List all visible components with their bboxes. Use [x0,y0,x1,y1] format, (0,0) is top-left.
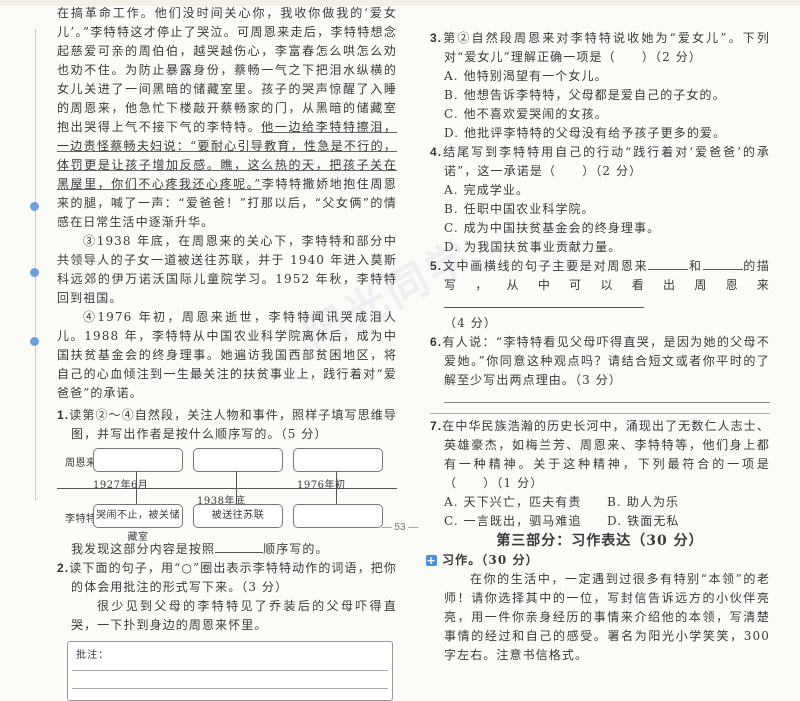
annotation-box[interactable]: 批注： [67,641,393,701]
question-6: 6.有人说：“李特特看见父母吓得直哭，是因为她的父母不爱她。”你同意这种观点吗？… [430,333,770,390]
binding-hole-icon [30,337,39,346]
passage-paragraph-4: ④1976 年初，周恩来逝世，李特特闻讯哭成泪人儿。1988 年，李特特从中国农… [57,310,397,400]
option[interactable]: A. 天下兴亡，匹夫有责 [444,493,607,512]
passage-text: 在搞革命工作。他们没时间关心你，我收你做我的‘爱女儿’。”李特特这才停止了哭泣。… [57,6,397,134]
question-text: 读下面的句子，用“○”圈出表示李特特动作的词语，把你的体会用批注的形式写下来。（… [69,561,397,594]
option[interactable]: D. 为我国扶贫事业贡献力量。 [430,238,770,257]
question-number: 1. [57,408,70,422]
question-number: 5. [430,259,443,273]
option[interactable]: A. 他特别渴望有一个女儿。 [430,67,770,86]
answer-line [72,688,388,689]
answer-line [72,670,388,671]
option[interactable]: D. 他批评李特特的父母没有给予孩子更多的爱。 [430,124,770,143]
option[interactable]: B. 助人为乐 [607,493,770,512]
question-text: 第②自然段周恩来对李特特说收她为“爱女儿”。下列对“爱女儿”理解正确一项是（ ）… [442,31,770,64]
page-number: — 53 — [381,522,419,533]
left-column: 在搞革命工作。他们没时间关心你，我收你做我的‘爱女儿’。”李特特这才停止了哭泣。… [57,4,397,701]
option[interactable]: B. 任职中国农业科学院。 [430,200,770,219]
option[interactable]: A. 完成学业。 [430,181,770,200]
binding-hole-icon [30,268,39,277]
question-number: 3. [430,31,443,45]
answer-box[interactable] [293,448,383,472]
task-label: 习作。（30 分） [442,553,539,567]
question-2: 2.读下面的句子，用“○”圈出表示李特特动作的词语，把你的体会用批注的形式写下来… [57,559,397,597]
question-text: 文中画横线的句子主要是对周恩来 [442,259,649,273]
question-text: 结尾写到李特特用自己的行动“践行着对‘爱爸爸’的承诺”，这一承诺是（ ）（2 分… [442,145,770,178]
passage-paragraph-2: 在搞革命工作。他们没时间关心你，我收你做我的‘爱女儿’。”李特特这才停止了哭泣。… [57,4,397,232]
fill-blank[interactable] [648,257,689,270]
date-label: 1976年初 [297,480,346,491]
finding-text: 顺序写的。 [263,542,329,556]
question-number: 6. [430,335,443,349]
passage-paragraph-3: ③1938 年底，在周恩来的关心下，李特特和部分中共领导人的子女一道被送往苏联，… [57,234,397,305]
question-number: 7. [430,419,443,433]
section-title: 第三部分：习作表达（30 分） [496,533,704,549]
date-label: 1927年6月 [93,480,149,491]
binding-dotted-line [35,30,36,500]
row-label-zhou: 周恩来 [65,458,97,469]
question-number: 4. [430,145,443,159]
question-7: 7.在中华民族浩瀚的历史长河中，涌现出了无数仁人志士、英雄豪杰，如梅兰芳、周恩来… [430,417,770,493]
question-text: 有人说：“李特特看见父母吓得直哭，是因为她的父母不爱她。”你同意这种观点吗？请结… [442,335,770,387]
quoted-sentence: 很少见到父母的李特特见了乔装后的父母吓得直哭，一下扑到身边的周恩来怀里。 [71,599,397,632]
fill-blank[interactable] [444,295,644,308]
question-3: 3.第②自然段周恩来对李特特说收她为“爱女儿”。下列对“爱女儿”理解正确一项是（… [430,29,770,67]
answer-line[interactable] [444,402,770,403]
question-text: 和 [688,259,703,273]
option[interactable]: B. 他想告诉李特特，父母都是爱自己的子女的。 [430,86,770,105]
plus-icon: + [426,554,437,567]
score: （4 分） [444,316,497,330]
question-5: 5.文中画横线的句子主要是对周恩来和的描写，从中可以看出周恩来 [430,257,770,314]
annotation-label: 批注： [76,650,110,661]
finding-sentence: 我发现这部分内容是按照 顺序写的。 [57,540,397,559]
answer-line[interactable] [430,413,770,414]
writing-prompt: 在你的生活中，一定遇到过很多有特别“本领”的老师！请你选择其中的一位，写封信告诉… [444,572,770,662]
answer-box[interactable] [193,448,283,472]
writing-task: + 习作。（30 分） [426,551,770,570]
fill-blank[interactable] [215,540,264,553]
answer-box[interactable] [93,448,183,472]
options-row: A. 天下兴亡，匹夫有责 B. 助人为乐 [430,493,770,512]
question-text: 读第②～④自然段，关注人物和事件，照样子填写思维导图，并写出作者是按什么顺序写的… [69,408,397,441]
option[interactable]: C. 他不喜欢爱哭闹的女孩。 [430,105,770,124]
question-1: 1.读第②～④自然段，关注人物和事件，照样子填写思维导图，并写出作者是按什么顺序… [57,406,397,444]
fill-blank[interactable] [702,257,743,270]
question-4: 4.结尾写到李特特用自己的行动“践行着对‘爱爸爸’的承诺”，这一承诺是（ ）（2… [430,143,770,181]
question-number: 2. [57,561,70,575]
question-text: 在中华民族浩瀚的历史长河中，涌现出了无数仁人志士、英雄豪杰，如梅兰芳、周恩来、李… [442,419,770,490]
right-column: 3.第②自然段周恩来对李特特说收她为“爱女儿”。下列对“爱女儿”理解正确一项是（… [426,29,770,665]
option[interactable]: C. 成为中国扶贫基金会的终身理事。 [430,219,770,238]
binding-hole-icon [30,202,39,211]
